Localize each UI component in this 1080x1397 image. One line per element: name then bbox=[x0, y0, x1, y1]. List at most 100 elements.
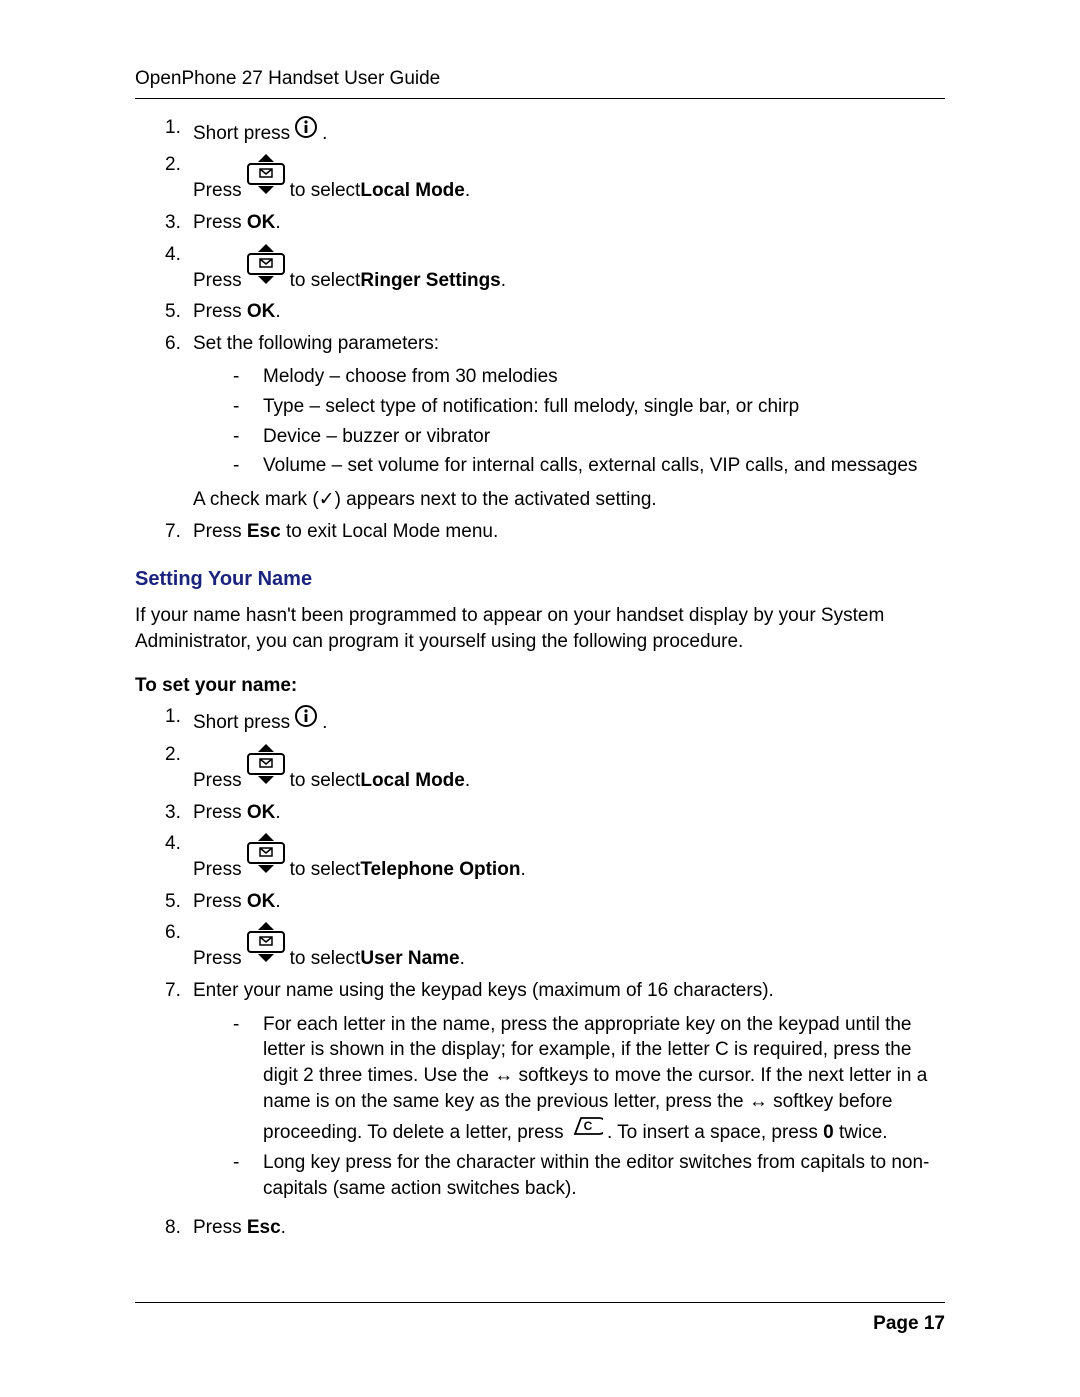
bold: 0 bbox=[823, 1122, 834, 1143]
text: . bbox=[322, 121, 327, 147]
text: . bbox=[460, 946, 465, 972]
page-header: OpenPhone 27 Handset User Guide bbox=[135, 66, 945, 99]
steps-list-1: 1. Short press . 2. Press to select Loca… bbox=[165, 115, 945, 545]
text: Volume – set volume for internal calls, … bbox=[263, 453, 945, 479]
step-num: 1. bbox=[165, 115, 193, 141]
page: OpenPhone 27 Handset User Guide 1. Short… bbox=[0, 0, 1080, 1397]
text: Press bbox=[193, 521, 247, 542]
text: Press bbox=[193, 301, 247, 322]
arrows-icon: ↔ bbox=[749, 1091, 768, 1112]
nav-key-icon bbox=[246, 920, 286, 972]
info-icon bbox=[294, 115, 318, 147]
bold: Ringer Settings bbox=[360, 268, 500, 294]
step-num: 2. bbox=[165, 742, 193, 768]
text: Press bbox=[193, 946, 242, 972]
step-num: 6. bbox=[165, 331, 193, 357]
arrows-icon: ↔ bbox=[494, 1065, 513, 1086]
step-num: 2. bbox=[165, 152, 193, 178]
text: Press bbox=[193, 178, 242, 204]
text: to select bbox=[290, 268, 361, 294]
nav-key-icon bbox=[246, 831, 286, 883]
nav-key-icon bbox=[246, 242, 286, 294]
sub-heading: To set your name: bbox=[135, 673, 945, 699]
text: . bbox=[501, 268, 506, 294]
text: to select bbox=[290, 768, 361, 794]
text: Press bbox=[193, 857, 242, 883]
text: Short press bbox=[193, 121, 290, 147]
step-1: 1. Short press . bbox=[165, 704, 945, 736]
step-3: 3. Press OK. bbox=[165, 210, 945, 236]
dash: - bbox=[233, 424, 263, 450]
text: Long key press for the character within … bbox=[263, 1150, 945, 1201]
t: . To insert a space, press bbox=[607, 1122, 823, 1143]
step-num: 3. bbox=[165, 800, 193, 826]
text: Short press bbox=[193, 710, 290, 736]
text: Device – buzzer or vibrator bbox=[263, 424, 945, 450]
text: . bbox=[275, 891, 280, 912]
bold: Esc bbox=[247, 1217, 281, 1238]
bold: OK bbox=[247, 212, 276, 233]
text: to select bbox=[290, 857, 361, 883]
text: Press bbox=[193, 1217, 247, 1238]
info-icon bbox=[294, 704, 318, 736]
dash: - bbox=[233, 364, 263, 390]
text: A check mark (✓) appears next to the act… bbox=[193, 487, 945, 513]
step-num: 6. bbox=[165, 920, 193, 946]
step-2: 2. Press to select Local Mode . bbox=[165, 152, 945, 204]
text: . bbox=[275, 802, 280, 823]
bold: Local Mode bbox=[360, 178, 465, 204]
bold: Telephone Option bbox=[360, 857, 520, 883]
text: . bbox=[465, 768, 470, 794]
nav-key-icon bbox=[246, 152, 286, 204]
step-8: 8. Press Esc. bbox=[165, 1215, 945, 1241]
paragraph: If your name hasn't been programmed to a… bbox=[135, 603, 945, 654]
dash: - bbox=[233, 453, 263, 479]
step-4: 4. Press to select Ringer Settings . bbox=[165, 242, 945, 294]
text: Press bbox=[193, 802, 247, 823]
text: to select bbox=[290, 946, 361, 972]
step-num: 4. bbox=[165, 831, 193, 857]
text: to select bbox=[290, 178, 361, 204]
step-num: 3. bbox=[165, 210, 193, 236]
step-4: 4. Press to select Telephone Option . bbox=[165, 831, 945, 883]
nav-key-icon bbox=[246, 742, 286, 794]
bold: OK bbox=[247, 891, 276, 912]
step-6: 6. Press to select User Name . bbox=[165, 920, 945, 972]
bold: OK bbox=[247, 802, 276, 823]
page-number: Page 17 bbox=[873, 1313, 945, 1334]
c-key-icon bbox=[573, 1114, 603, 1146]
sub-list: - For each letter in the name, press the… bbox=[233, 1012, 945, 1201]
text: . bbox=[275, 301, 280, 322]
step-num: 7. bbox=[165, 519, 193, 545]
steps-list-2: 1. Short press . 2. Press to select Loca… bbox=[165, 704, 945, 1241]
text: Set the following parameters: bbox=[193, 331, 945, 357]
step-5: 5. Press OK. bbox=[165, 299, 945, 325]
sub-list: -Melody – choose from 30 melodies -Type … bbox=[233, 364, 945, 479]
text: For each letter in the name, press the a… bbox=[263, 1012, 945, 1146]
step-7: 7. Enter your name using the keypad keys… bbox=[165, 978, 945, 1209]
dash: - bbox=[233, 1012, 263, 1146]
text: Press bbox=[193, 891, 247, 912]
text: Press bbox=[193, 268, 242, 294]
text: . bbox=[520, 857, 525, 883]
step-num: 5. bbox=[165, 299, 193, 325]
step-6: 6. Set the following parameters: -Melody… bbox=[165, 331, 945, 513]
step-1: 1. Short press . bbox=[165, 115, 945, 147]
section-heading: Setting Your Name bbox=[135, 566, 945, 593]
text: Melody – choose from 30 melodies bbox=[263, 364, 945, 390]
step-num: 7. bbox=[165, 978, 193, 1004]
bold: OK bbox=[247, 301, 276, 322]
text: Press bbox=[193, 768, 242, 794]
step-num: 4. bbox=[165, 242, 193, 268]
bold: Esc bbox=[247, 521, 281, 542]
dash: - bbox=[233, 394, 263, 420]
bold: User Name bbox=[360, 946, 459, 972]
text: . bbox=[465, 178, 470, 204]
t: twice. bbox=[834, 1122, 888, 1143]
page-footer: Page 17 bbox=[135, 1302, 945, 1337]
step-num: 5. bbox=[165, 889, 193, 915]
header-title: OpenPhone 27 Handset User Guide bbox=[135, 68, 440, 89]
text: . bbox=[322, 710, 327, 736]
step-7: 7. Press Esc to exit Local Mode menu. bbox=[165, 519, 945, 545]
text: Enter your name using the keypad keys (m… bbox=[193, 978, 945, 1004]
